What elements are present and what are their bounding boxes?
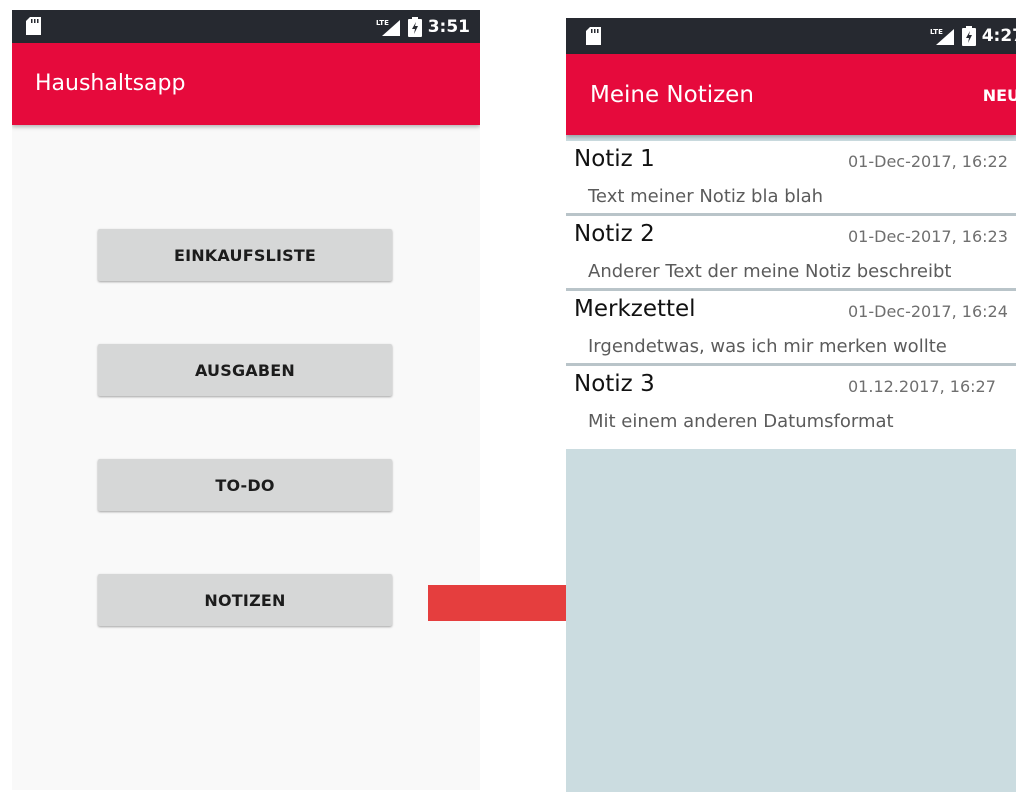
lte-signal-icon: LTE <box>930 27 956 45</box>
status-time: 4:27 <box>981 26 1016 46</box>
sd-card-icon <box>26 17 41 35</box>
new-note-button[interactable]: NEU <box>983 86 1016 105</box>
note-date: 01-Dec-2017, 16:23 <box>848 227 1008 246</box>
note-item[interactable]: Merkzettel 01-Dec-2017, 16:24 Irgendetwa… <box>566 291 1016 366</box>
status-bar: LTE 4:27 <box>566 18 1016 54</box>
note-item[interactable]: Notiz 3 01.12.2017, 16:27 Mit einem ande… <box>566 366 1016 441</box>
note-date: 01.12.2017, 16:27 <box>848 377 996 396</box>
home-screen: LTE 3:51 Haushaltsapp EINKAUFSLISTE AUSG… <box>12 10 480 790</box>
einkaufsliste-button[interactable]: EINKAUFSLISTE <box>98 229 392 281</box>
notes-list: Notiz 1 01-Dec-2017, 16:22 Text meiner N… <box>566 141 1016 449</box>
note-date: 01-Dec-2017, 16:24 <box>848 302 1008 321</box>
todo-button[interactable]: TO-DO <box>98 459 392 511</box>
note-item[interactable]: Notiz 2 01-Dec-2017, 16:23 Anderer Text … <box>566 216 1016 291</box>
status-bar: LTE 3:51 <box>12 10 480 43</box>
battery-charging-icon <box>407 16 422 37</box>
note-title: Notiz 1 <box>574 146 655 172</box>
note-date: 01-Dec-2017, 16:22 <box>848 152 1008 171</box>
note-text: Irgendetwas, was ich mir merken wollte <box>588 336 947 357</box>
network-label: LTE <box>930 28 943 36</box>
battery-charging-icon <box>961 26 976 46</box>
note-title: Merkzettel <box>574 296 696 322</box>
screen-title: Meine Notizen <box>590 82 754 108</box>
network-label: LTE <box>376 19 389 27</box>
app-bar: Haushaltsapp <box>12 43 480 125</box>
sd-card-icon <box>586 27 601 45</box>
app-bar: Meine Notizen NEU <box>566 54 1016 135</box>
ausgaben-button[interactable]: AUSGABEN <box>98 344 392 396</box>
note-text: Text meiner Notiz bla blah <box>588 186 824 207</box>
note-text: Mit einem anderen Datumsformat <box>588 411 894 432</box>
note-item[interactable]: Notiz 1 01-Dec-2017, 16:22 Text meiner N… <box>566 141 1016 216</box>
notes-screen: LTE 4:27 Meine Notizen NEU Notiz 1 01-De… <box>566 18 1016 792</box>
notizen-button[interactable]: NOTIZEN <box>98 574 392 626</box>
note-text: Anderer Text der meine Notiz beschreibt <box>588 261 952 282</box>
note-title: Notiz 3 <box>574 371 655 397</box>
note-title: Notiz 2 <box>574 221 655 247</box>
lte-signal-icon: LTE <box>376 18 402 36</box>
app-title: Haushaltsapp <box>35 71 186 96</box>
status-time: 3:51 <box>427 16 470 37</box>
